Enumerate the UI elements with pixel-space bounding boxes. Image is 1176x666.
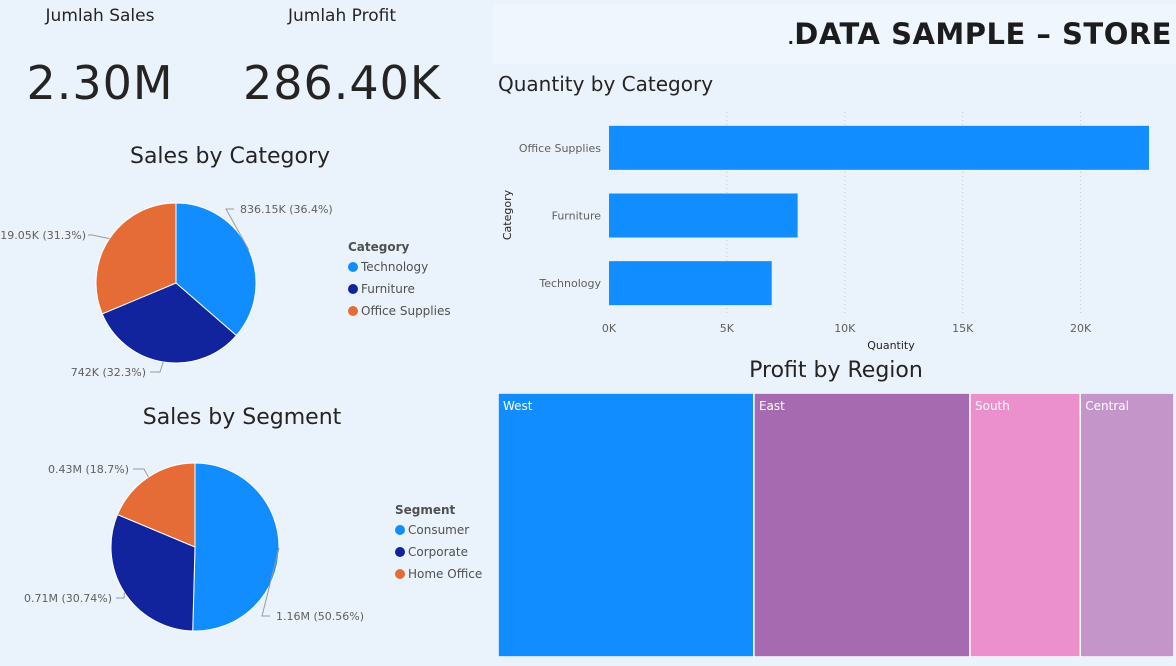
bar-technology[interactable] (609, 261, 772, 306)
x-axis-label: Quantity (867, 339, 915, 352)
sales-by-category-chart: 836.15K (36.4%) 742K (32.3%) 719.05K (31.3… (0, 202, 333, 379)
bar-furniture[interactable] (609, 193, 798, 238)
pie-leader-line (133, 468, 149, 478)
kpi-sales-label: Jumlah Sales (45, 6, 155, 26)
sales-by-category-title: Sales by Category (129, 144, 331, 169)
treemap-tile-east[interactable] (753, 393, 971, 657)
y-tick-label: Furniture (552, 210, 602, 223)
legend-item-technology[interactable]: Technology (348, 260, 451, 274)
y-axis-label: Category (501, 189, 514, 240)
treemap-tile-west[interactable] (498, 393, 755, 657)
legend-label: Consumer (408, 523, 470, 537)
sales-by-segment-title: Sales by Segment (142, 405, 342, 430)
treemap-tile-central[interactable] (1079, 393, 1174, 657)
y-tick-label: Office Supplies (519, 142, 601, 155)
legend-item-furniture[interactable]: Furniture (348, 282, 451, 296)
legend-label: Home Office (408, 567, 483, 581)
treemap-tile-south[interactable] (969, 393, 1082, 657)
legend-item-office-supplies[interactable]: Office Supplies (348, 304, 451, 318)
legend-dot (348, 306, 358, 316)
pie-data-label: 836.15K (36.4%) (240, 203, 333, 216)
sales-by-segment-chart: 1.16M (50.56%) 0.71M (30.74%) 0.43M (18.7%… (24, 462, 364, 632)
legend-label: Corporate (408, 545, 468, 559)
report-title: .DATA SAMPLE – STORE (788, 17, 1172, 51)
treemap-label: West (503, 399, 533, 413)
pie-data-label: 0.43M (18.7%) (48, 463, 129, 476)
bar-office-supplies[interactable] (609, 125, 1149, 170)
quantity-by-category-title: Quantity by Category (498, 72, 714, 96)
legend-label: Technology (361, 260, 429, 274)
profit-by-region-chart: West East South Central (498, 393, 1174, 657)
y-tick-label: Technology (538, 277, 601, 290)
pie-leader-line (116, 592, 125, 599)
pie-data-label: 1.16M (50.56%) (276, 610, 364, 623)
treemap-label: Central (1085, 399, 1129, 413)
treemap-label: South (975, 399, 1010, 413)
legend-dot (395, 547, 405, 557)
legend-title-segment: Segment (395, 503, 456, 517)
sales-by-category-legend: Category Technology Furniture Office Sup… (348, 240, 451, 318)
x-tick-label: 15K (952, 322, 974, 335)
legend-item-consumer[interactable]: Consumer (395, 523, 482, 537)
x-tick-label: 10K (834, 322, 856, 335)
x-tick-label: 5K (720, 322, 735, 335)
title-text: DATA SAMPLE – STORE (794, 17, 1172, 51)
legend-dot (395, 569, 405, 579)
pie-data-label: 719.05K (31.3%) (0, 229, 86, 242)
legend-dot (395, 525, 405, 535)
legend-label: Office Supplies (361, 304, 451, 318)
pie-leader-line (150, 361, 164, 373)
kpi-profit-value: 286.40K (242, 56, 442, 110)
pie-data-label: 0.71M (30.74%) (24, 592, 112, 605)
title-banner: .DATA SAMPLE – STORE (493, 4, 1176, 64)
legend-item-corporate[interactable]: Corporate (395, 545, 482, 559)
x-tick-label: 0K (602, 322, 617, 335)
profit-by-region-title: Profit by Region (749, 358, 923, 383)
kpi-sales-value: 2.30M (26, 56, 174, 110)
legend-dot (348, 262, 358, 272)
treemap-label: East (759, 399, 785, 413)
pie-leader-line (88, 234, 110, 240)
pie-data-label: 742K (32.3%) (71, 366, 146, 379)
sales-by-segment-legend: Segment Consumer Corporate Home Office (395, 503, 482, 581)
legend-title-category: Category (348, 240, 410, 254)
legend-label: Furniture (361, 282, 415, 296)
x-tick-label: 20K (1070, 322, 1092, 335)
pie-slice-consumer[interactable] (192, 462, 280, 632)
quantity-by-category-chart: 0K 5K 10K 15K 20K Office Supplies Furniture Tec… (501, 112, 1149, 352)
kpi-profit-label: Jumlah Profit (287, 6, 396, 26)
legend-item-home-office[interactable]: Home Office (395, 567, 482, 581)
legend-dot (348, 284, 358, 294)
